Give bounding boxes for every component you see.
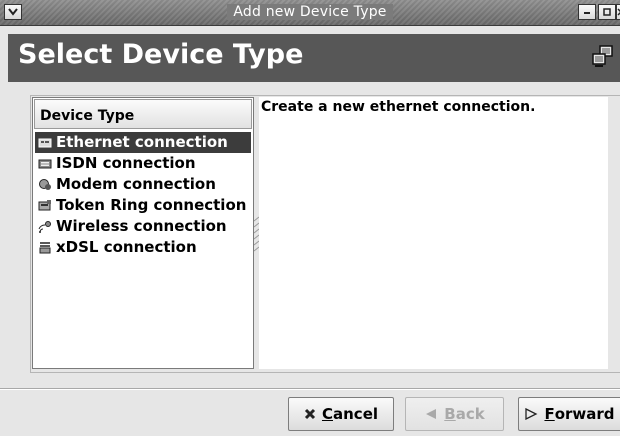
minimize-icon [584, 12, 590, 14]
description-text: Create a new ethernet connection. [261, 99, 536, 115]
arrow-left-icon [424, 408, 438, 420]
list-item-label: xDSL connection [56, 238, 197, 256]
close-button[interactable] [616, 4, 620, 20]
cancel-button[interactable]: Cancel [288, 397, 394, 431]
list-item-isdn[interactable]: ISDN connection [35, 153, 251, 174]
back-mnemonic: B [444, 405, 456, 423]
back-button[interactable]: Back [405, 397, 504, 431]
ethernet-card-icon [38, 136, 52, 150]
window-titlebar[interactable]: Add new Device Type [0, 0, 620, 26]
list-item-modem[interactable]: Modem connection [35, 174, 251, 195]
forward-label: orward [554, 405, 615, 423]
page-header: Select Device Type [8, 34, 620, 82]
list-item-xdsl[interactable]: xDSL connection [35, 237, 251, 258]
cancel-label: ancel [333, 405, 379, 423]
maximize-button[interactable] [598, 4, 616, 20]
list-item-label: Token Ring connection [56, 196, 247, 214]
back-label: ack [455, 405, 485, 423]
list-item-token-ring[interactable]: Token Ring connection [35, 195, 251, 216]
page-title: Select Device Type [18, 39, 304, 70]
cancel-icon [304, 408, 316, 420]
wireless-icon [38, 220, 52, 234]
description-panel: Create a new ethernet connection. [259, 97, 608, 369]
list-item-label: Modem connection [56, 175, 216, 193]
xdsl-icon [38, 241, 52, 255]
list-item-ethernet[interactable]: Ethernet connection [35, 132, 251, 153]
list-item-label: Wireless connection [56, 217, 227, 235]
minimize-button[interactable] [578, 4, 596, 20]
cancel-mnemonic: C [321, 405, 333, 423]
arrow-right-icon [524, 408, 538, 420]
maximize-icon [603, 8, 611, 16]
isdn-card-icon [38, 157, 52, 171]
forward-mnemonic: F [544, 405, 555, 423]
list-column-header[interactable]: Device Type [34, 99, 252, 129]
token-ring-card-icon [38, 199, 52, 213]
network-computer-icon [592, 45, 614, 73]
list-item-wireless[interactable]: Wireless connection [35, 216, 251, 237]
device-type-list[interactable]: Device Type Ethernet connection ISDN con… [32, 97, 254, 369]
list-item-label: Ethernet connection [56, 133, 228, 151]
modem-icon [38, 178, 52, 192]
list-item-label: ISDN connection [56, 154, 196, 172]
separator [0, 388, 620, 390]
forward-button[interactable]: Forward [518, 397, 620, 431]
window-title: Add new Device Type [0, 4, 620, 20]
